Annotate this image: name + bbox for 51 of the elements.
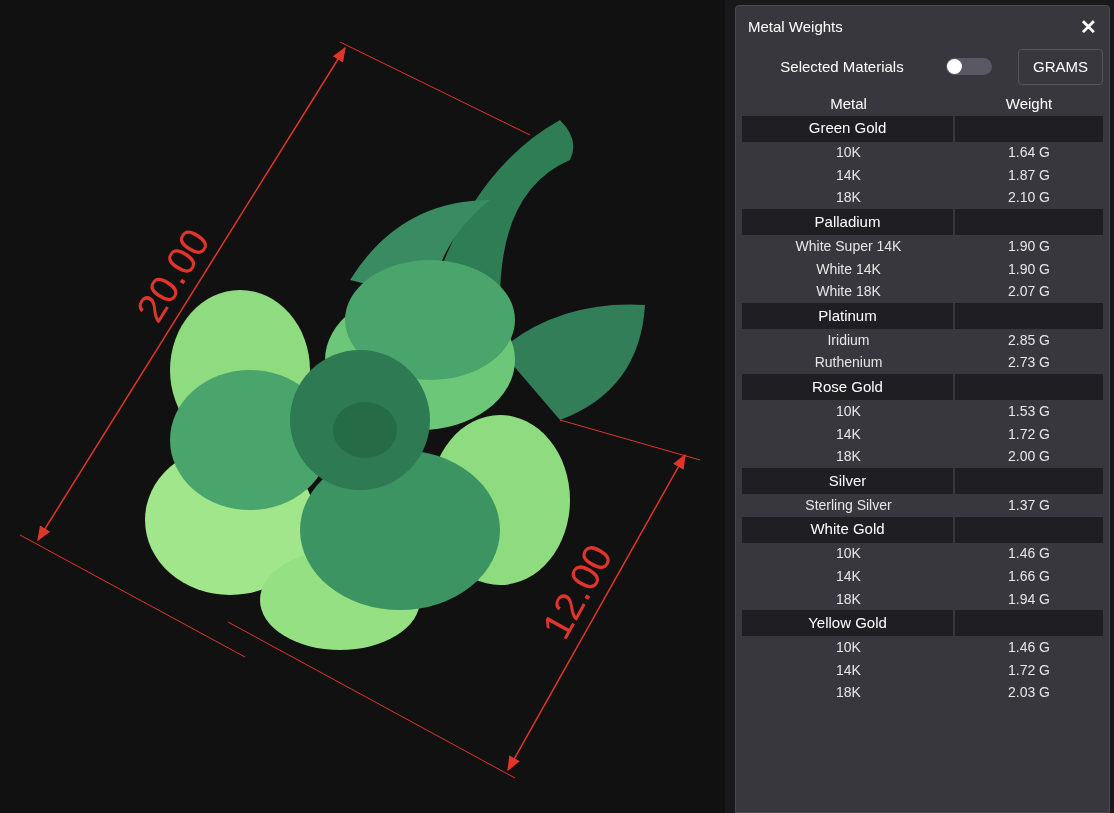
metal-cell-text: Ruthenium (813, 353, 884, 373)
weight-cell-text: 2.03 G (1007, 683, 1051, 703)
metal-cell-text: 14K (835, 165, 862, 185)
weight-cell-text: 1.46 G (1007, 638, 1051, 658)
weight-cell-text: 1.64 G (1007, 143, 1051, 163)
metal-cell-text: White Super 14K (794, 237, 903, 257)
metal-cell-text: 10K (835, 544, 862, 564)
metal-cell-text: 14K (835, 567, 862, 586)
metal-cell-text: 10K (835, 402, 862, 422)
unit-button[interactable]: GRAMS (1018, 48, 1103, 85)
weight-cell-text: 1.87 G (1007, 165, 1051, 185)
metal-cell-text: 10K (835, 638, 862, 658)
weight-cell-text: 1.46 G (1007, 544, 1051, 564)
weight-cell-text: 1.90 G (1007, 237, 1051, 257)
metal-cell-text: 14K (835, 660, 862, 680)
metal-cell-text: 18K (835, 188, 862, 208)
toggle-switch[interactable] (946, 58, 992, 76)
metal-cell-text: 18K (835, 447, 862, 467)
column-header: Metal (829, 94, 868, 114)
group-header-cell: Green Gold (742, 115, 953, 142)
metal-cell-text: 18K (835, 683, 862, 703)
weight-cell-text: 2.73 G (1007, 353, 1051, 373)
metal-cell-text: Sterling Silver (804, 495, 893, 515)
metal-cell-text: White 14K (815, 259, 882, 279)
group-header-cell: White Gold (742, 516, 953, 543)
weight-cell-text: 1.53 G (1007, 402, 1051, 422)
group-header-cell: Palladium (742, 209, 953, 236)
metal-cell-text: Iridium (826, 330, 871, 350)
weight-cell-text: 2.10 G (1007, 188, 1051, 208)
close-button[interactable]: ✕ (1080, 17, 1097, 38)
weight-cell-text: 1.66 G (1007, 567, 1051, 586)
group-header-cell: Silver (742, 468, 953, 495)
group-header-cell: Yellow Gold (742, 610, 953, 637)
panel-title: Metal Weights (748, 17, 843, 37)
weight-cell-text: 2.00 G (1007, 447, 1051, 467)
column-header: Weight (1004, 94, 1054, 114)
weight-cell-text: 2.85 G (1007, 330, 1051, 350)
weight-cell-text: 2.07 G (1007, 282, 1051, 302)
weight-cell-text: 1.37 G (1007, 495, 1051, 515)
dimension-label: 12.00 (533, 537, 621, 646)
group-header-cell: Platinum (742, 303, 953, 330)
metal-cell-text: 18K (835, 589, 862, 609)
weight-cell-text: 1.94 G (1007, 589, 1051, 609)
weight-cell-text: 1.72 G (1007, 660, 1051, 680)
filter-label: Selected Materials (779, 56, 905, 77)
metal-cell-text: White 18K (815, 282, 882, 302)
weight-cell-text: 1.72 G (1007, 424, 1051, 444)
group-header-cell: Rose Gold (742, 374, 953, 401)
weight-cell-text: 1.90 G (1007, 259, 1051, 279)
metal-cell-text: 10K (835, 143, 862, 163)
metal-cell-text: 14K (835, 424, 862, 444)
